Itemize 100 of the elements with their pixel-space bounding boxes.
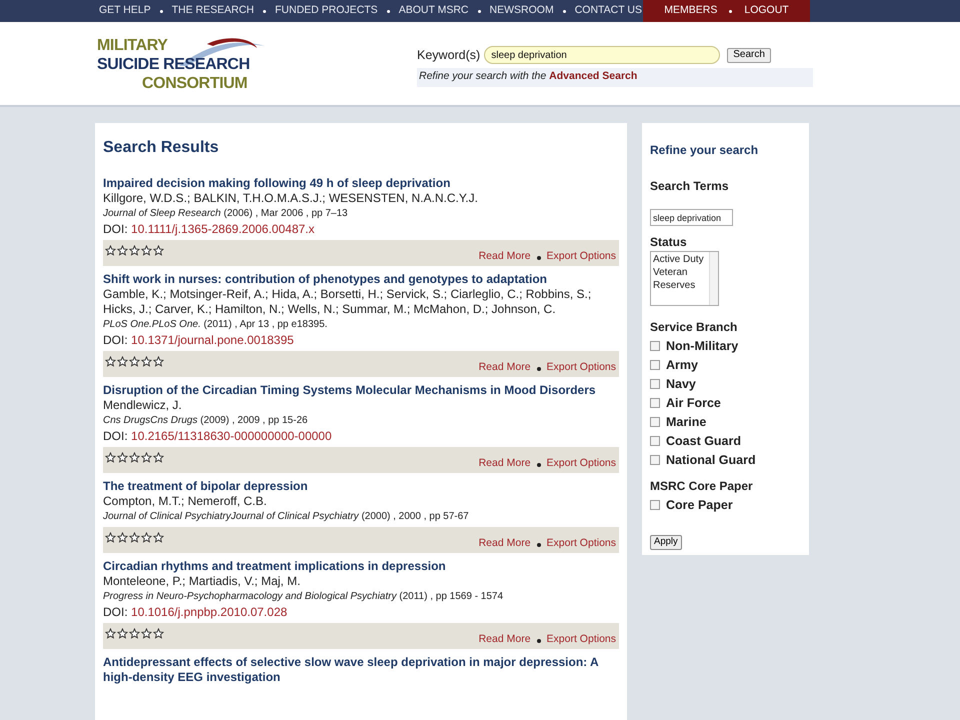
checkbox[interactable] [650, 417, 660, 427]
star-icon[interactable] [129, 452, 140, 463]
status-option[interactable]: Reserves [653, 278, 696, 292]
export-options-link[interactable]: Export Options [546, 632, 616, 648]
nav-link[interactable]: LOGOUT [744, 3, 789, 19]
checkbox[interactable] [650, 398, 660, 408]
nav-link[interactable]: CONTACT US [574, 3, 642, 19]
read-more-link[interactable]: Read More [478, 249, 531, 265]
star-icon[interactable] [105, 356, 116, 367]
apply-button[interactable]: Apply [650, 534, 682, 550]
star-icon[interactable] [141, 245, 152, 256]
section-label: Search Terms [650, 178, 730, 195]
read-more-link[interactable]: Read More [478, 536, 531, 552]
read-more-link[interactable]: Read More [478, 456, 531, 472]
doi-link[interactable]: 10.1371/journal.pone.0018395 [131, 333, 294, 347]
nav-link[interactable]: THE RESEARCH [172, 3, 254, 19]
result-doi: DOI: 10.1371/journal.pone.0018395 [103, 332, 295, 348]
result-citation: Journal of Sleep Research (2006) , Mar 2006 , pp 7–13 [103, 207, 349, 221]
star-icon[interactable] [105, 245, 116, 256]
doi-link[interactable]: 10.2165/11318630-000000000-00000 [131, 429, 332, 443]
export-options-link[interactable]: Export Options [546, 456, 616, 472]
nav-separator-icon [160, 10, 163, 12]
star-icon[interactable] [129, 532, 140, 543]
star-icon[interactable] [117, 452, 128, 463]
nav-link[interactable]: FUNDED PROJECTS [275, 3, 378, 19]
logo-text: MILITARY [97, 36, 168, 55]
checkbox[interactable] [650, 341, 660, 351]
star-icon[interactable] [117, 628, 128, 639]
checkbox[interactable] [650, 436, 660, 446]
bullet-icon [536, 543, 541, 547]
status-option[interactable]: Active Duty [653, 252, 704, 266]
bullet-icon [536, 639, 541, 643]
star-icon[interactable] [141, 532, 152, 543]
checkbox[interactable] [650, 500, 660, 510]
star-icon[interactable] [141, 356, 152, 367]
doi-link[interactable]: 10.1016/j.pnpbp.2010.07.028 [131, 605, 288, 619]
checkbox-label: Navy [666, 376, 696, 393]
logo[interactable]: MILITARY SUICIDE RESEARCH CONSORTIUM [97, 36, 267, 102]
bullet-icon [536, 256, 541, 260]
checkbox-label: Core Paper [666, 496, 733, 514]
nav-separator-icon [478, 10, 481, 12]
result-title[interactable]: Impaired decision making following 49 h of sleep deprivation [103, 176, 619, 191]
checkbox-label: Coast Guard [666, 432, 742, 450]
export-options-link[interactable]: Export Options [546, 249, 616, 265]
read-more-link[interactable]: Read More [478, 360, 531, 376]
result-citation: Cns DrugsCns Drugs (2009) , 2009 , pp 15-26 [103, 414, 309, 428]
export-options-link[interactable]: Export Options [546, 536, 616, 552]
nav-separator-icon [386, 10, 390, 12]
logo-text: SUICIDE RESEARCH [97, 55, 250, 74]
result-doi: DOI: 10.1111/j.1365-2869.2006.00487.x [103, 221, 316, 237]
checkbox-label: Air Force [666, 394, 721, 412]
star-icon[interactable] [153, 245, 164, 256]
star-icon[interactable] [141, 452, 152, 463]
keyword-field[interactable]: sleep deprivation [484, 46, 720, 64]
result-title[interactable]: Antidepressant effects of selective slow wave sleep deprivation in major depression: A high-density EEG investigation [103, 655, 619, 685]
nav-link[interactable]: NEWSROOM [490, 3, 554, 19]
nav-link[interactable]: MEMBERS [664, 3, 718, 19]
logo-text: CONSORTIUM [141, 74, 248, 93]
star-icon[interactable] [129, 628, 140, 639]
nav-link[interactable]: ABOUT MSRC [398, 3, 469, 19]
star-icon[interactable] [129, 356, 140, 367]
doi-link[interactable]: 10.1111/j.1365-2869.2006.00487.x [131, 222, 315, 236]
star-icon[interactable] [105, 532, 116, 543]
star-icon[interactable] [153, 628, 164, 639]
result-title[interactable]: Shift work in nurses: contribution of phenotypes and genotypes to adaptation [103, 272, 619, 287]
search-button[interactable]: Search [727, 48, 771, 63]
nav-separator-icon [263, 10, 266, 12]
result-title[interactable]: The treatment of bipolar depression [103, 479, 619, 494]
star-icon[interactable] [105, 628, 116, 639]
result-citation: Progress in Neuro-Psychopharmacology and Biological Psychiatry (2011) , pp 1569 - 1574 [103, 590, 504, 604]
checkbox[interactable] [650, 360, 660, 370]
star-icon[interactable] [141, 628, 152, 639]
search-terms-field[interactable]: sleep deprivation [650, 209, 733, 226]
checkbox[interactable] [650, 379, 660, 389]
export-options-link[interactable]: Export Options [546, 360, 616, 376]
star-icon[interactable] [153, 452, 164, 463]
status-option[interactable]: Veteran [653, 266, 688, 278]
star-icon[interactable] [153, 356, 164, 367]
nav-link[interactable]: GET HELP [99, 3, 151, 19]
status-listbox[interactable]: Active Duty Veteran Reserves [650, 250, 719, 306]
result-title[interactable]: Disruption of the Circadian Timing Systems Molecular Mechanisms in Mood Disorders [103, 383, 619, 398]
checkbox-label: National Guard [666, 452, 756, 469]
star-icon[interactable] [117, 532, 128, 543]
checkbox-label: Marine [666, 414, 706, 431]
results-heading: Search Results [103, 138, 220, 158]
checkbox[interactable] [650, 455, 660, 465]
advanced-search-link[interactable]: Advanced Search [549, 70, 638, 82]
star-icon[interactable] [153, 532, 164, 543]
result-title[interactable]: Circadian rhythms and treatment implications in depression [103, 559, 619, 574]
star-icon[interactable] [105, 452, 116, 463]
star-icon[interactable] [117, 245, 128, 256]
star-icon[interactable] [117, 356, 128, 367]
star-icon[interactable] [129, 245, 140, 256]
result-doi: DOI: 10.1016/j.pnpbp.2010.07.028 [103, 604, 288, 620]
read-more-link[interactable]: Read More [478, 632, 531, 648]
result-authors: Killgore, W.D.S.; BALKIN, T.H.O.M.A.S.J.; WESENSTEN, N.A.N.C.Y.J. [103, 191, 479, 206]
result-authors: Mendlewicz, J. [103, 398, 183, 413]
result-doi: DOI: 10.2165/11318630-000000000-00000 [103, 428, 333, 444]
result-authors: Gamble, K.; Motsinger-Reif, A.; Hida, A.; Borsetti, H.; Servick, S.; Ciarleglio, C.; Robbins, S.; Hicks, J.; Carver, K.; Hamilton, N.; Wells, N.; Summar, M.; McMahon, D.; Johnson, C. [103, 287, 592, 317]
bullet-icon [536, 367, 541, 371]
